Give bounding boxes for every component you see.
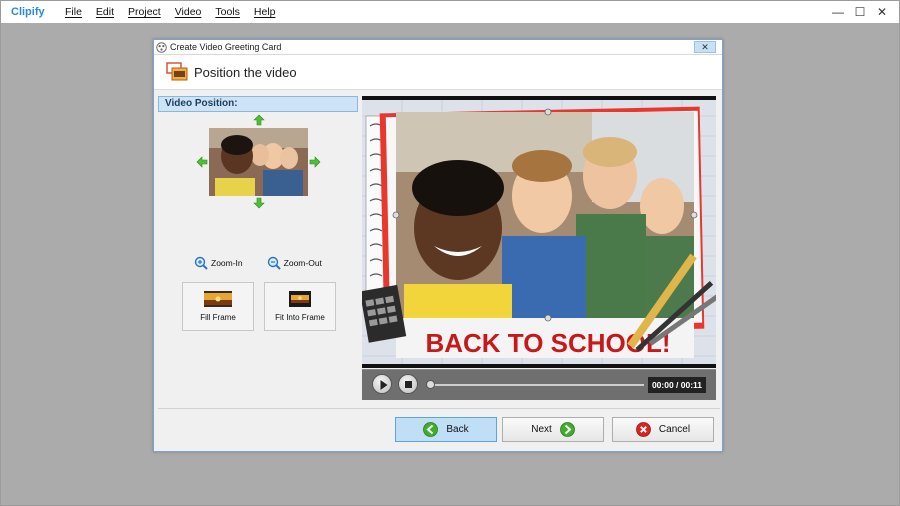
zoom-in-label: Zoom-In: [211, 258, 243, 268]
player-controls: 00:00 / 00:11: [362, 369, 716, 400]
zoom-out-icon: [267, 256, 281, 270]
panel-heading: Video Position:: [158, 96, 358, 112]
next-label: Next: [531, 424, 552, 435]
minimize-button[interactable]: —: [827, 5, 849, 19]
app-window: Clipify File Edit Project Video Tools He…: [0, 0, 900, 506]
fill-frame-button[interactable]: Fill Frame: [182, 282, 254, 331]
fill-frame-label: Fill Frame: [200, 313, 236, 322]
menu-bar: Clipify File Edit Project Video Tools He…: [1, 1, 899, 23]
stop-icon: [405, 381, 412, 388]
video-preview-panel: BACK TO SCHOOL! 00:00 / 00:11: [362, 96, 716, 400]
window-controls: — ☐ ✕: [827, 1, 893, 23]
next-arrow-icon: [559, 422, 575, 437]
close-button[interactable]: ✕: [871, 5, 893, 19]
dialog-close-button[interactable]: ✕: [694, 41, 716, 53]
menu-file[interactable]: File: [65, 6, 82, 18]
menu-video[interactable]: Video: [175, 6, 202, 18]
menu-project[interactable]: Project: [128, 6, 161, 18]
timecode: 00:00 / 00:11: [648, 377, 706, 393]
cancel-label: Cancel: [658, 424, 691, 435]
zoom-in-button[interactable]: Zoom-In: [194, 256, 243, 270]
next-button[interactable]: Next: [502, 417, 604, 442]
menu-help[interactable]: Help: [254, 6, 276, 18]
zoom-in-icon: [194, 256, 208, 270]
film-reel-icon: [156, 41, 167, 53]
fit-into-frame-label: Fit Into Frame: [275, 313, 325, 322]
play-button[interactable]: [372, 374, 392, 394]
create-card-dialog: Create Video Greeting Card ✕ Position th…: [153, 39, 723, 452]
zoom-out-label: Zoom-Out: [283, 258, 322, 268]
maximize-button[interactable]: ☐: [849, 5, 871, 19]
fit-into-frame-icon: [289, 291, 311, 307]
arrow-right-icon[interactable]: [309, 156, 321, 168]
arrow-left-icon[interactable]: [196, 156, 208, 168]
seek-bar[interactable]: [428, 384, 644, 386]
back-arrow-icon: [423, 422, 439, 437]
arrow-down-icon[interactable]: [253, 197, 265, 209]
play-icon: [380, 380, 388, 390]
stop-button[interactable]: [398, 374, 418, 394]
video-position-icon: [166, 62, 188, 81]
fill-frame-icon: [204, 291, 232, 307]
back-label: Back: [446, 424, 469, 435]
zoom-out-button[interactable]: Zoom-Out: [267, 256, 322, 270]
arrow-up-icon[interactable]: [253, 114, 265, 126]
fit-into-frame-button[interactable]: Fit Into Frame: [264, 282, 336, 331]
seek-handle[interactable]: [426, 380, 435, 389]
video-position-panel: Video Position: Zoom-In Zoom-Out Fill Fr…: [158, 96, 358, 396]
zoom-controls: Zoom-In Zoom-Out: [194, 256, 354, 270]
dialog-header: Position the video: [154, 55, 722, 90]
menu: File Edit Project Video Tools Help: [65, 6, 290, 18]
cancel-x-icon: [636, 422, 651, 437]
cancel-button[interactable]: Cancel: [612, 417, 714, 442]
video-thumbnail[interactable]: [209, 128, 308, 196]
menu-edit[interactable]: Edit: [96, 6, 114, 18]
video-preview[interactable]: BACK TO SCHOOL!: [362, 96, 716, 368]
page-title: Position the video: [194, 64, 297, 80]
frame-options: Fill Frame Fit Into Frame: [182, 282, 346, 331]
dialog-titlebar: Create Video Greeting Card ✕: [154, 40, 722, 55]
back-button[interactable]: Back: [395, 417, 497, 442]
dialog-title: Create Video Greeting Card: [170, 42, 282, 52]
divider: [158, 408, 720, 409]
menu-tools[interactable]: Tools: [215, 6, 240, 18]
app-title: Clipify: [11, 6, 45, 18]
position-control: [158, 112, 358, 212]
